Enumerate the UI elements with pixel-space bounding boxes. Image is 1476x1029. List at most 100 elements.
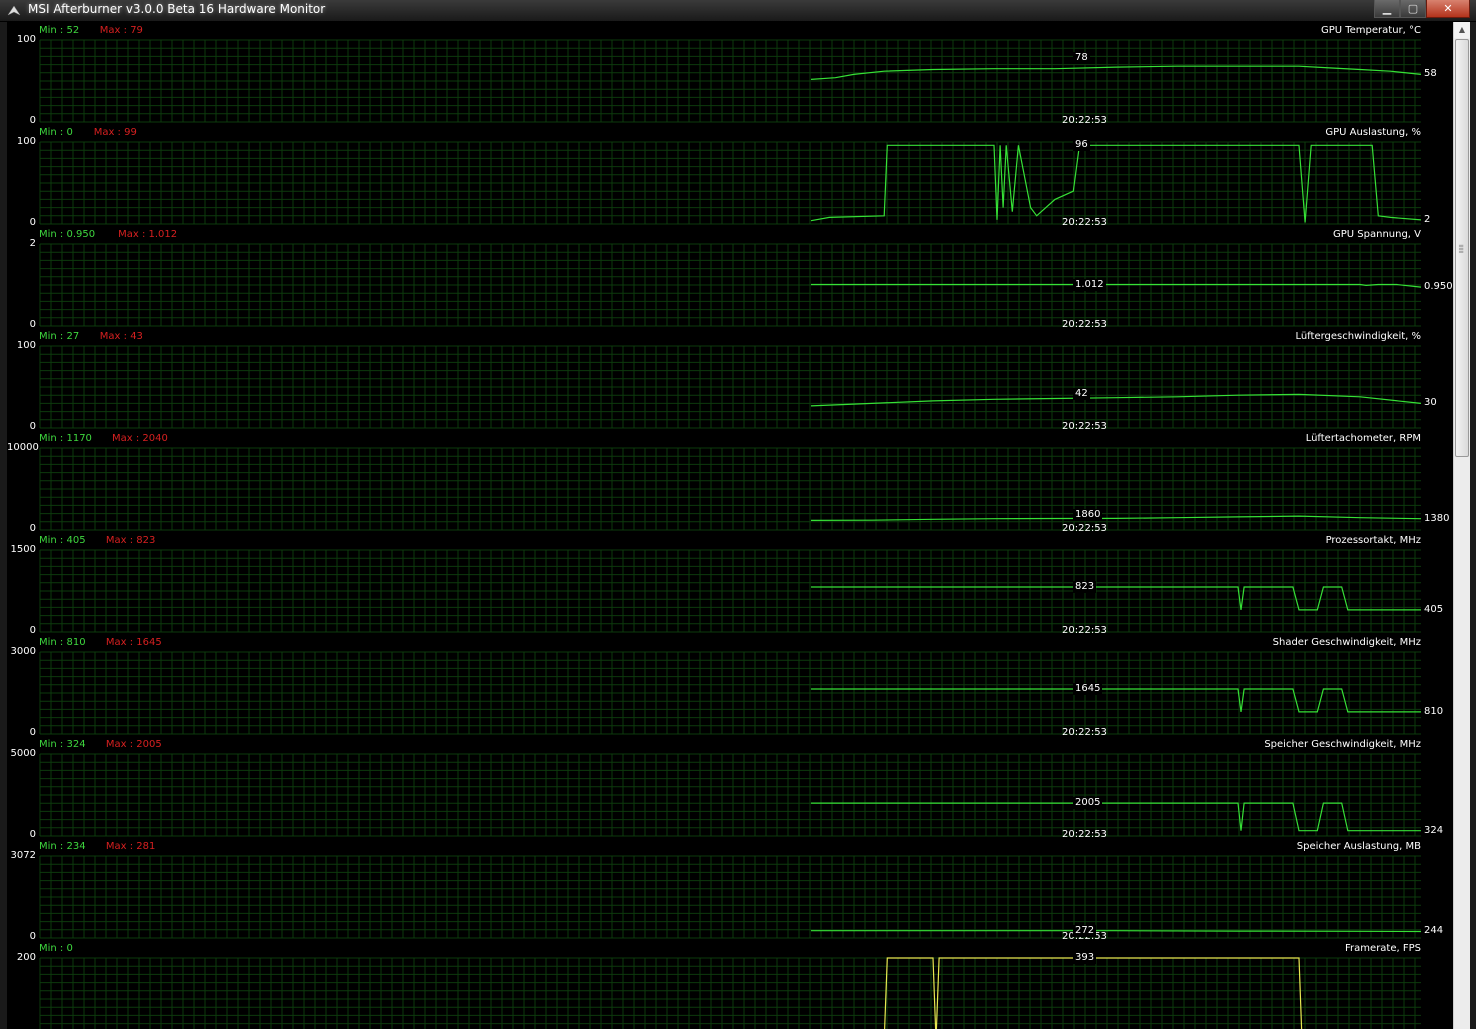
scroll-thumb[interactable]: ═ ═ ═ (1455, 39, 1469, 457)
graph-panel (39, 141, 1422, 225)
graph-line (810, 515, 1422, 521)
graph-min-label: Min : 234 (39, 841, 86, 852)
graph-ymin-label: 0 (29, 217, 36, 228)
vertical-scrollbar[interactable]: ▲ ═ ═ ═ (1453, 22, 1470, 1029)
graph-ymax-label: 200 (16, 952, 36, 963)
graph-current-value: 2 (1424, 213, 1431, 225)
graph-min-label: Min : 27 (39, 331, 80, 342)
graph-panel (39, 243, 1422, 327)
graph-line (810, 144, 1422, 223)
graph-time-label: 20:22:53 (1062, 115, 1107, 126)
graph-ymax-label: 1500 (10, 544, 36, 555)
graph-panel (39, 39, 1422, 123)
graph-panel (39, 855, 1422, 939)
graph-marker-value: 393 (1073, 952, 1097, 964)
graph-title: GPU Auslastung, % (1325, 127, 1421, 138)
close-button[interactable]: ✕ (1426, 0, 1470, 18)
graph-marker-value: 96 (1073, 139, 1090, 152)
graph-panel (39, 753, 1421, 837)
graph-line (811, 586, 1421, 611)
graph-min-label: Min : 0.950 (39, 229, 96, 240)
graph-current-value: 0.950 (1424, 281, 1453, 293)
graph-current-value: 30 (1424, 397, 1437, 409)
graph-panel (39, 549, 1421, 633)
graph-current-value: 405 (1424, 603, 1444, 615)
graph-title: GPU Temperatur, °C (1320, 25, 1421, 36)
graph-min-label: Min : 0 (39, 943, 73, 954)
afterburner-app-icon (7, 5, 21, 16)
graph-max-label: Max : 1.012 (118, 229, 178, 240)
graph-line (811, 688, 1421, 713)
graph-min-label: Min : 0 (39, 127, 73, 138)
graph-title: Speicher Auslastung, MB (1296, 841, 1421, 852)
graph-title: Speicher Geschwindigkeit, MHz (1264, 739, 1421, 750)
graph-max-label: Max : 823 (105, 535, 156, 546)
graph-ymin-label: 0 (29, 829, 36, 840)
graph-min-label: Min : 405 (39, 535, 86, 546)
graph-ymax-label: 3000 (10, 646, 36, 657)
graph-panel (39, 957, 1421, 1029)
graph-title: Prozessortakt, MHz (1325, 535, 1421, 546)
graph-max-label: Max : 2040 (112, 433, 168, 444)
graph-current-value: 810 (1424, 705, 1444, 717)
graph-ymin-label: 0 (29, 727, 36, 738)
graph-max-label: Max : 2005 (105, 739, 162, 750)
graph-marker-value: 1.012 (1073, 278, 1106, 291)
graph-max-label: Max : 1645 (105, 637, 162, 648)
graph-marker-value: 823 (1073, 581, 1097, 593)
graph-time-label: 20:22:53 (1062, 217, 1107, 228)
graph-ymax-label: 2 (29, 238, 36, 249)
graph-ymax-label: 100 (16, 340, 36, 351)
graph-ymin-label: 0 (29, 421, 36, 432)
graph-current-value: 324 (1424, 824, 1444, 836)
graph-ymax-label: 100 (16, 136, 36, 147)
graph-current-value: 58 (1424, 68, 1437, 80)
graph-ymax-label: 100 (16, 34, 36, 45)
graph-current-value: 1380 (1424, 512, 1450, 524)
graph-title: Lüftergeschwindigkeit, % (1295, 331, 1421, 342)
graph-ymin-label: 0 (29, 115, 36, 126)
graph-marker-value: 1645 (1073, 683, 1103, 696)
graph-marker-value: 272 (1073, 924, 1097, 937)
graph-min-label: Min : 52 (39, 25, 80, 36)
graph-marker-value: 42 (1073, 387, 1090, 400)
graph-time-label: 20:22:53 (1062, 625, 1107, 636)
graph-panel (39, 447, 1422, 531)
graph-ymin-label: 0 (29, 319, 36, 330)
graph-line (810, 393, 1422, 407)
graph-title: Shader Geschwindigkeit, MHz (1272, 637, 1421, 648)
hardware-monitor-panel: Min : 52 Max : 79 GPU Temperatur, °C 100 0 20… (7, 22, 1453, 1029)
graph-ymin-label: 0 (29, 523, 36, 534)
scroll-up-arrow-icon[interactable]: ▲ (1454, 22, 1470, 38)
maximize-button[interactable]: ▢ (1400, 0, 1426, 18)
graph-time-label: 20:22:53 (1062, 523, 1107, 534)
graph-ymin-label: 0 (29, 931, 36, 942)
close-icon: ✕ (1443, 2, 1453, 15)
graph-marker-value: 1860 (1073, 508, 1103, 521)
graph-max-label: Max : 79 (99, 25, 143, 36)
graph-min-label: Min : 810 (39, 637, 86, 648)
graph-time-label: 20:22:53 (1062, 319, 1107, 330)
graph-time-label: 20:22:53 (1062, 727, 1107, 738)
graph-panel (39, 651, 1421, 735)
graph-line (811, 802, 1421, 832)
window-frame-right (1470, 22, 1476, 1029)
graph-line (811, 930, 1422, 933)
graph-time-label: 20:22:53 (1062, 421, 1107, 432)
maximize-icon: ▢ (1407, 2, 1419, 15)
minimize-icon: ▁ (1382, 2, 1392, 15)
graph-marker-value: 78 (1073, 52, 1090, 65)
window-titlebar[interactable]: MSI Afterburner v3.0.0 Beta 16 Hardware … (0, 0, 1476, 22)
window-title: MSI Afterburner v3.0.0 Beta 16 Hardware … (28, 2, 326, 16)
graph-ymax-label: 5000 (10, 748, 36, 759)
window-frame-left (0, 22, 7, 1029)
graphs-canvas (39, 39, 1422, 1029)
graph-title: Framerate, FPS (1345, 943, 1421, 954)
graph-max-label: Max : 281 (105, 841, 156, 852)
minimize-button[interactable]: ▁ (1374, 0, 1400, 18)
graph-title: GPU Spannung, V (1333, 229, 1421, 240)
graph-current-value: 244 (1424, 925, 1444, 937)
graph-panel (39, 345, 1422, 429)
graph-ymax-label: 3072 (10, 850, 36, 861)
graph-ymax-label: 10000 (7, 442, 39, 453)
